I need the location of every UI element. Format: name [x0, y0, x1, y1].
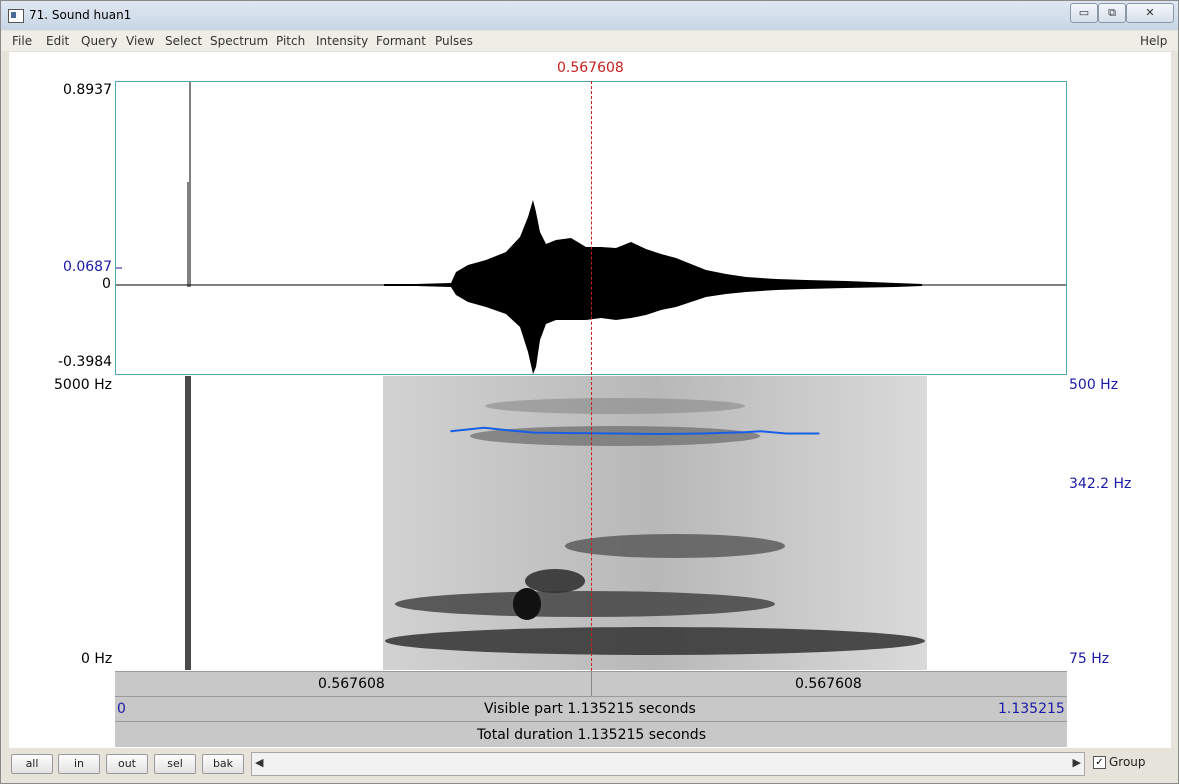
- window-title: 71. Sound huan1: [29, 8, 132, 22]
- waveform-y-min: -0.3984: [58, 354, 113, 370]
- praat-app-icon: [8, 9, 24, 23]
- menu-spectrum[interactable]: Spectrum: [210, 34, 268, 48]
- cursor-bar-divider: [591, 672, 592, 696]
- menu-formant[interactable]: Formant: [376, 34, 426, 48]
- minimize-button[interactable]: ▭: [1070, 3, 1098, 23]
- menu-intensity[interactable]: Intensity: [316, 34, 368, 48]
- zoom-all-button[interactable]: all: [11, 754, 53, 774]
- spectrogram-freq-bottom: 0 Hz: [81, 651, 113, 667]
- waveform-y-max: 0.8937: [63, 82, 112, 98]
- pitch-axis-current: 342.2 Hz: [1069, 476, 1132, 492]
- waveform-y-zero: 0: [102, 276, 111, 292]
- scroll-right-icon[interactable]: ▶: [1073, 756, 1081, 769]
- zoom-in-button[interactable]: in: [58, 754, 100, 774]
- menu-query[interactable]: Query: [81, 34, 117, 48]
- pitch-axis-top: 500 Hz: [1069, 377, 1119, 393]
- zoom-out-button[interactable]: out: [106, 754, 148, 774]
- zoom-selection-button[interactable]: sel: [154, 754, 196, 774]
- praat-sound-window: 71. Sound huan1 ▭ ⧉ ✕ File Edit Query Vi…: [0, 0, 1179, 784]
- menu-edit[interactable]: Edit: [46, 34, 69, 48]
- visible-start-time: 0: [117, 701, 126, 717]
- spectrogram-freq-top: 5000 Hz: [54, 377, 112, 393]
- zoom-back-button[interactable]: bak: [202, 754, 244, 774]
- pitch-track-line: [450, 426, 820, 436]
- horizontal-scrollbar[interactable]: ◀ ▶: [251, 752, 1085, 776]
- visible-end-time: 1.135215: [998, 701, 1065, 717]
- menu-pulses[interactable]: Pulses: [435, 34, 473, 48]
- scroll-left-icon[interactable]: ◀: [255, 756, 263, 769]
- cursor-time-left: 0.567608: [318, 676, 385, 692]
- menu-file[interactable]: File: [12, 34, 32, 48]
- waveform-signal: [384, 200, 922, 374]
- menu-help[interactable]: Help: [1140, 34, 1167, 48]
- close-button[interactable]: ✕: [1126, 3, 1174, 23]
- bottom-toolbar: all in out sel bak ◀ ▶ ✓ Group: [1, 749, 1178, 783]
- cursor-line: [591, 81, 592, 671]
- total-duration-bar[interactable]: Total duration 1.135215 seconds: [115, 721, 1067, 747]
- title-bar: 71. Sound huan1 ▭ ⧉ ✕: [1, 1, 1178, 30]
- visible-part-text: Visible part 1.135215 seconds: [484, 701, 696, 717]
- total-duration-text: Total duration 1.135215 seconds: [477, 727, 706, 743]
- visible-part-bar[interactable]: 0 Visible part 1.135215 seconds 1.135215: [115, 696, 1067, 721]
- group-checkbox-label: Group: [1109, 755, 1146, 769]
- cursor-time-right: 0.567608: [795, 676, 862, 692]
- menu-bar: File Edit Query View Select Spectrum Pit…: [1, 31, 1178, 51]
- group-checkbox[interactable]: ✓: [1093, 756, 1106, 769]
- menu-pitch[interactable]: Pitch: [276, 34, 305, 48]
- cursor-time-label: 0.567608: [557, 60, 624, 76]
- menu-view[interactable]: View: [126, 34, 154, 48]
- waveform-y-cursor: 0.0687: [63, 259, 112, 275]
- cursor-time-bar[interactable]: 0.567608 0.567608: [115, 671, 1067, 696]
- pitch-axis-bottom: 75 Hz: [1069, 651, 1110, 667]
- menu-select[interactable]: Select: [165, 34, 202, 48]
- restore-button[interactable]: ⧉: [1098, 3, 1126, 23]
